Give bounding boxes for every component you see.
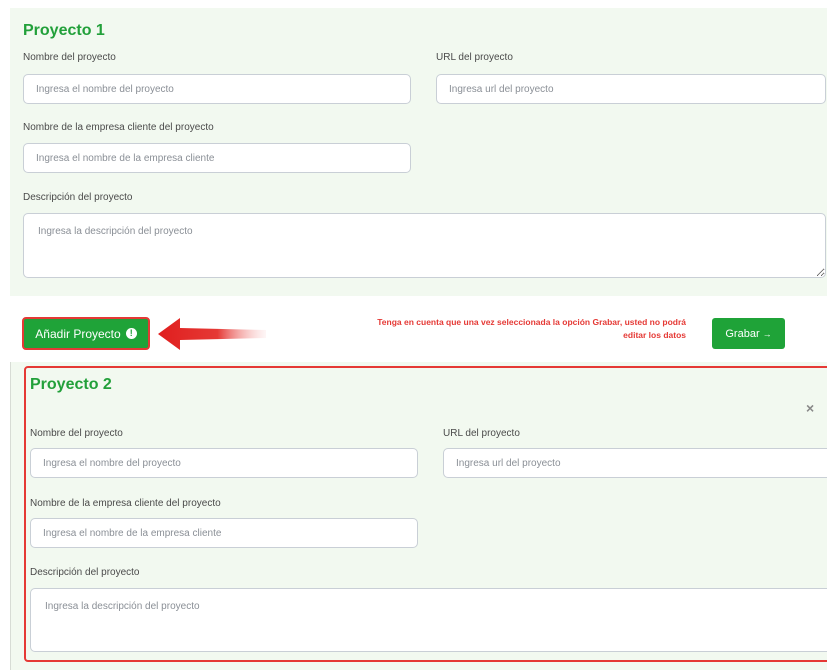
arrow-right-icon: → bbox=[762, 328, 772, 339]
save-warning-line-2: editar los datos bbox=[623, 330, 686, 340]
project-2-panel-wrapper: Proyecto 2 Nombre del proyecto URL del p… bbox=[10, 362, 827, 670]
add-project-button-inner: Añadir Proyecto ! bbox=[26, 321, 146, 346]
red-arrow-icon bbox=[158, 318, 266, 350]
project-1-title: Proyecto 1 bbox=[23, 22, 105, 39]
save-warning-text: Tenga en cuenta que una vez seleccionada… bbox=[288, 316, 686, 342]
project-2-panel: Proyecto 2 Nombre del proyecto URL del p… bbox=[24, 366, 827, 662]
project-url-label: URL del proyecto bbox=[443, 428, 520, 439]
project-2-url-input[interactable] bbox=[443, 448, 827, 478]
project-1-name-input[interactable] bbox=[23, 74, 411, 104]
description-label: Descripción del proyecto bbox=[23, 192, 133, 203]
project-1-description-textarea[interactable] bbox=[23, 213, 826, 278]
project-2-title: Proyecto 2 bbox=[30, 376, 112, 393]
info-icon: ! bbox=[125, 328, 137, 339]
add-project-label: Añadir Proyecto bbox=[35, 326, 121, 341]
project-name-label: Nombre del proyecto bbox=[23, 52, 116, 63]
project-url-label: URL del proyecto bbox=[436, 52, 513, 63]
company-name-label: Nombre de la empresa cliente del proyect… bbox=[23, 122, 214, 133]
save-button-label: Grabar bbox=[725, 327, 760, 340]
save-button[interactable]: Grabar → bbox=[712, 318, 785, 349]
project-name-label: Nombre del proyecto bbox=[30, 428, 123, 439]
project-2-description-textarea[interactable] bbox=[30, 588, 827, 652]
add-project-button[interactable]: Añadir Proyecto ! bbox=[22, 317, 150, 350]
project-2-name-input[interactable] bbox=[30, 448, 418, 478]
project-1-panel: Proyecto 1 Nombre del proyecto URL del p… bbox=[10, 8, 827, 296]
company-name-label: Nombre de la empresa cliente del proyect… bbox=[30, 498, 221, 509]
description-label: Descripción del proyecto bbox=[30, 567, 140, 578]
save-warning-line-1: Tenga en cuenta que una vez seleccionada… bbox=[377, 317, 686, 327]
project-1-company-input[interactable] bbox=[23, 143, 411, 173]
project-1-url-input[interactable] bbox=[436, 74, 826, 104]
close-icon[interactable]: × bbox=[806, 400, 814, 416]
project-2-company-input[interactable] bbox=[30, 518, 418, 548]
